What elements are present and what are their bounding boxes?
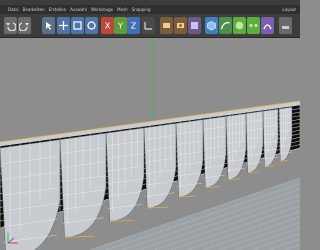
scale-icon (73, 21, 82, 30)
redo-button[interactable] (18, 17, 31, 34)
render-settings-button[interactable] (174, 17, 187, 34)
render-view-icon (163, 23, 170, 28)
scene-button[interactable] (279, 17, 292, 34)
picture-viewer-icon (191, 22, 198, 29)
axis-y-icon: Y (117, 22, 123, 31)
layout-label[interactable]: Layout (282, 5, 296, 14)
render-settings-icon (177, 23, 184, 28)
array-button[interactable] (247, 17, 260, 34)
menu-item-edit[interactable]: Bearbeiten (23, 5, 45, 14)
menu-item-select[interactable]: Auswahl (70, 5, 87, 14)
move-icon (59, 21, 68, 30)
menu-item-file[interactable]: Datei (8, 5, 19, 14)
picture-viewer-button[interactable] (188, 17, 201, 34)
render-view-button[interactable] (160, 17, 173, 34)
coordinate-system-button[interactable] (142, 17, 155, 34)
spline-pen-icon (220, 21, 230, 30)
axis-z-button[interactable]: Z (127, 17, 140, 34)
undo-button[interactable] (4, 17, 17, 34)
deformer-icon (263, 24, 272, 30)
deformer-button[interactable] (261, 17, 274, 34)
undo-icon (6, 22, 16, 31)
axis-x-button[interactable]: X (101, 17, 114, 34)
select-button[interactable] (42, 17, 55, 34)
cube-button[interactable] (205, 17, 218, 34)
subdivision-button[interactable] (233, 17, 246, 34)
subdivision-icon (235, 21, 244, 30)
axis-x-icon: X (105, 22, 111, 31)
coordinate-system-icon (144, 22, 152, 30)
menu-item-create[interactable]: Erstellen (49, 5, 67, 14)
redo-icon (19, 22, 29, 31)
3d-viewport[interactable] (0, 38, 300, 250)
cube-icon (207, 21, 216, 31)
rotate-button[interactable] (85, 17, 98, 34)
svg-text:X: X (105, 22, 111, 31)
scene-icon (282, 26, 289, 29)
menu-item-snapping[interactable]: Snapping (132, 5, 151, 14)
toolbar: XYZ (0, 14, 300, 38)
select-icon (46, 22, 52, 30)
scale-button[interactable] (71, 17, 84, 34)
menu-bar: Datei Bearbeiten Erstellen Auswahl Werkz… (0, 5, 300, 14)
viewport-canvas[interactable] (0, 38, 300, 250)
rotate-icon (87, 21, 96, 30)
svg-text:Y: Y (117, 22, 123, 31)
svg-text:Z: Z (131, 22, 137, 31)
move-button[interactable] (57, 17, 70, 34)
cinema4d-window: Datei Bearbeiten Erstellen Auswahl Werkz… (0, 0, 300, 250)
menu-item-tools[interactable]: Werkzeuge (91, 5, 113, 14)
menu-item-mesh[interactable]: Mesh (117, 5, 128, 14)
axis-y-button[interactable]: Y (114, 17, 127, 34)
array-icon (249, 23, 258, 28)
axis-z-icon: Z (131, 22, 137, 31)
spline-pen-button[interactable] (219, 17, 232, 34)
